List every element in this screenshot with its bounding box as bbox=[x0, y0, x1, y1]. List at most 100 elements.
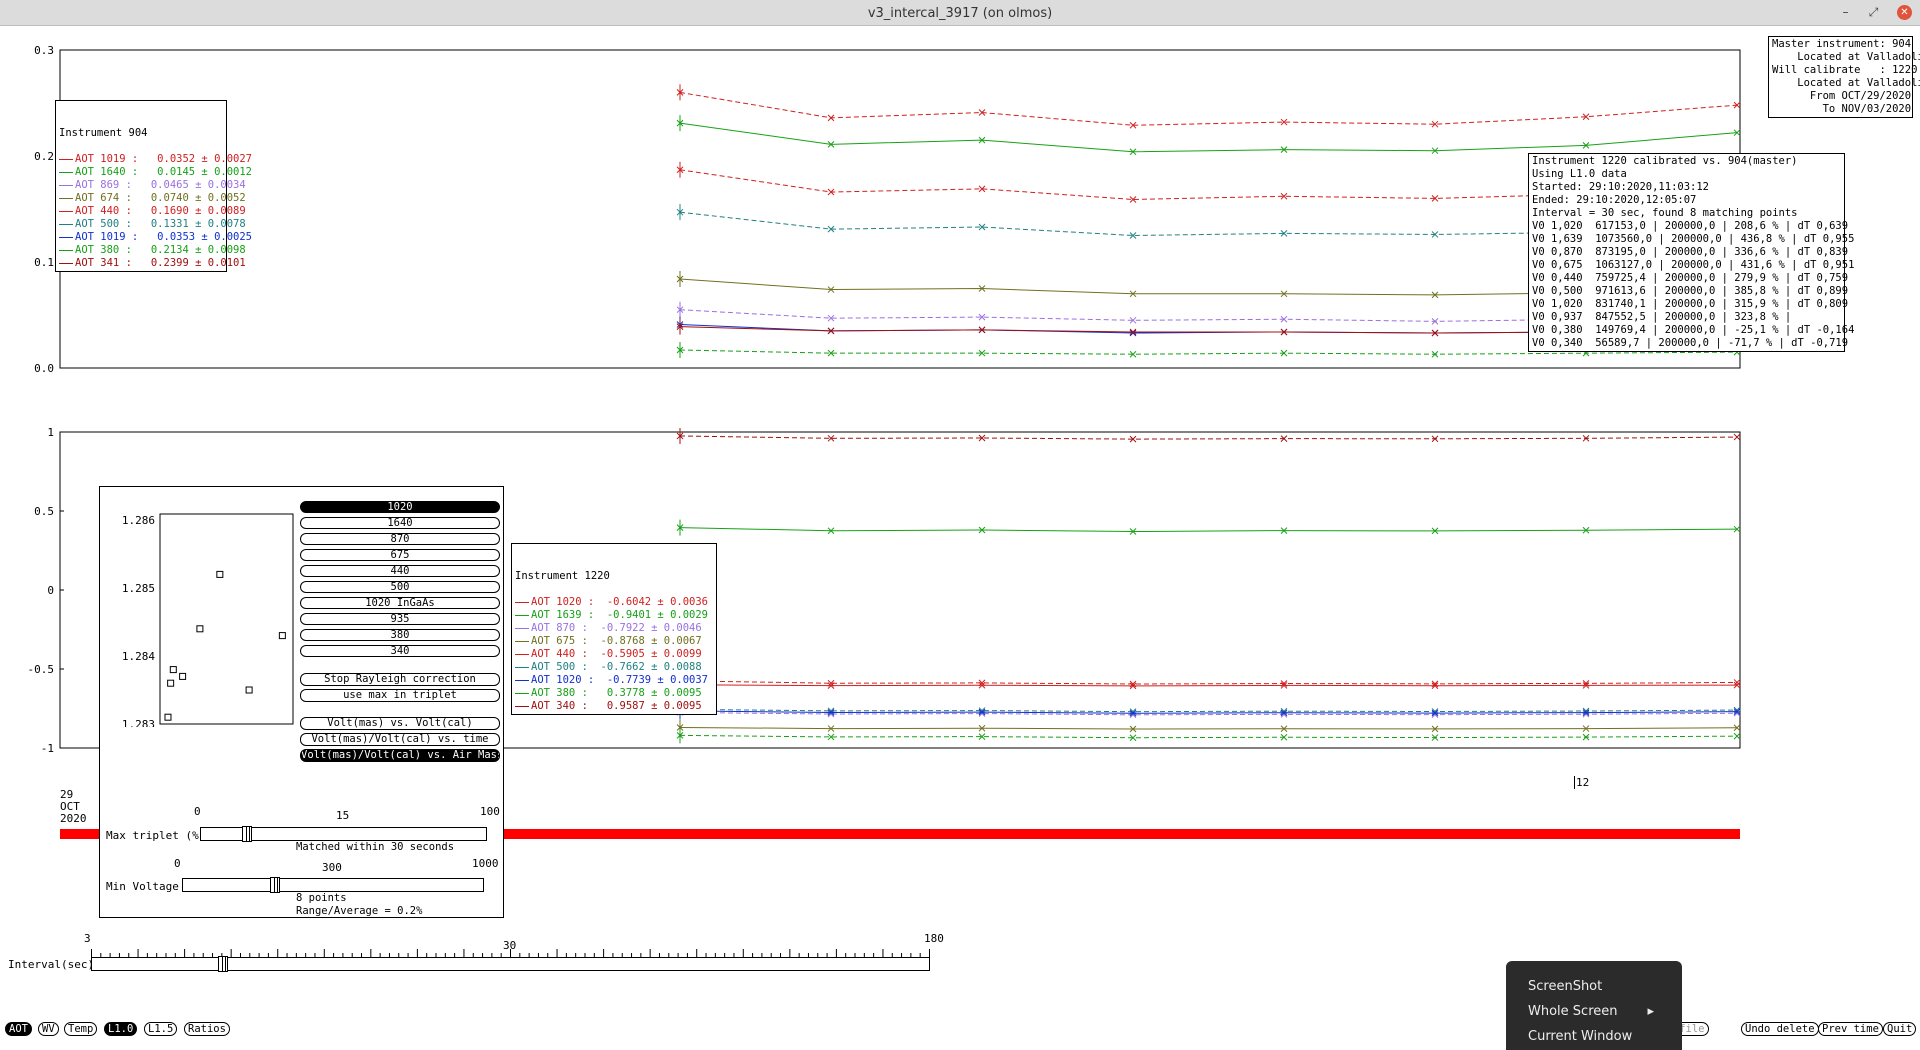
wavelength-button[interactable]: 1020 InGaAs bbox=[300, 597, 500, 609]
master-info-line: To NOV/03/2020 bbox=[1772, 103, 1912, 115]
calibration-info-line: V0 0,340 56589,7 | 200000,0 | -71,7 % | … bbox=[1532, 337, 1849, 349]
series-line bbox=[679, 527, 1738, 533]
wavelength-button[interactable]: 380 bbox=[300, 629, 500, 641]
minimize-icon[interactable]: – bbox=[1838, 5, 1853, 20]
menu-item-screenshot[interactable]: ScreenShot bbox=[1528, 979, 1602, 994]
legend-marker-icon bbox=[515, 615, 529, 616]
mode-tab[interactable]: L1.0 bbox=[104, 1022, 138, 1036]
mode-tab[interactable]: AOT bbox=[5, 1022, 32, 1036]
min-voltage-max: 1000 bbox=[472, 857, 499, 870]
legend-entry-text: AOT 380 : 0.3778 ± 0.0095 bbox=[531, 687, 702, 699]
legend-instrument-904: Instrument 904 AOT 1019 : 0.0352 ± 0.002… bbox=[55, 100, 252, 272]
mode-tab[interactable]: WV bbox=[38, 1022, 59, 1036]
window-title: v3_intercal_3917 (on olmos) bbox=[867, 6, 1053, 21]
max-triplet-slider-handle[interactable] bbox=[242, 826, 252, 842]
wavelength-button[interactable]: 935 bbox=[300, 613, 500, 625]
legend-1220-header: Instrument 1220 bbox=[515, 570, 610, 582]
legend-entry-text: AOT 500 : 0.1331 ± 0.0078 bbox=[75, 218, 246, 230]
wavelength-button[interactable]: 500 bbox=[300, 581, 500, 593]
calibration-info-line: V0 0,870 873195,0 | 200000,0 | 336,6 % |… bbox=[1532, 246, 1849, 258]
wavelength-button[interactable]: 440 bbox=[300, 565, 500, 577]
wavelength-button[interactable]: 675 bbox=[300, 549, 500, 561]
legend-904-header: Instrument 904 bbox=[59, 127, 148, 139]
legend-entry-text: AOT 1020 : -0.7739 ± 0.0037 bbox=[531, 674, 709, 686]
legend-entry-text: AOT 340 : 0.9587 ± 0.0095 bbox=[531, 700, 702, 712]
scatter-y-tick-label: 1.284 bbox=[122, 650, 155, 663]
series-line bbox=[679, 435, 1738, 440]
plot-mode-button[interactable]: Volt(mas)/Volt(cal) vs. Air Mass bbox=[300, 749, 500, 762]
master-info-line: Will calibrate : 1220 bbox=[1772, 64, 1918, 76]
wavelength-button[interactable]: 1020 bbox=[300, 501, 500, 513]
legend-entry-text: AOT 1640 : 0.0145 ± 0.0012 bbox=[75, 166, 253, 178]
y-tick-label: 0.0 bbox=[34, 362, 54, 375]
interval-slider-handle[interactable] bbox=[218, 956, 228, 972]
legend-entry: AOT 341 : 0.2399 ± 0.0101 bbox=[59, 257, 246, 270]
scatter-point bbox=[167, 679, 175, 687]
series-line bbox=[679, 122, 1738, 153]
master-info-line: Master instrument: 904 bbox=[1772, 38, 1912, 50]
scatter-point bbox=[169, 666, 177, 674]
legend-entry-text: AOT 341 : 0.2399 ± 0.0101 bbox=[75, 257, 246, 269]
legend-entry: AOT 440 : 0.1690 ± 0.0089 bbox=[59, 205, 246, 218]
y-tick-label: -0.5 bbox=[28, 663, 55, 676]
series-line bbox=[679, 734, 1738, 739]
data-point bbox=[1733, 433, 1741, 441]
calibration-info-line: V0 0,500 971613,6 | 200000,0 | 385,8 % |… bbox=[1532, 285, 1849, 297]
scatter-frame bbox=[159, 513, 294, 725]
scatter-point bbox=[278, 632, 286, 640]
max-triplet-slider[interactable] bbox=[200, 826, 487, 842]
legend-marker-icon bbox=[59, 263, 73, 264]
series-line bbox=[679, 680, 1738, 685]
master-info-box: Master instrument: 904 Located at Vallad… bbox=[1768, 36, 1920, 118]
series-line bbox=[679, 91, 1738, 126]
min-voltage-slider[interactable] bbox=[182, 877, 484, 893]
plot-mode-button[interactable]: Volt(mas) vs. Volt(cal) bbox=[300, 717, 500, 730]
undo-delete-button[interactable]: Undo delete bbox=[1741, 1022, 1819, 1036]
mode-tab[interactable]: Ratios bbox=[184, 1022, 230, 1036]
series-line bbox=[679, 684, 1738, 687]
max-triplet-min: 0 bbox=[194, 805, 201, 818]
legend-marker-icon bbox=[59, 211, 73, 212]
interval-slider[interactable] bbox=[91, 956, 930, 972]
legend-entry: AOT 1639 : -0.9401 ± 0.0029 bbox=[515, 609, 713, 622]
legend-entry: AOT 380 : 0.2134 ± 0.0098 bbox=[59, 244, 246, 257]
interval-min: 3 bbox=[84, 932, 91, 945]
hour-tick-label: 12 bbox=[1574, 776, 1590, 789]
submenu-arrow-icon: ▸ bbox=[1647, 1004, 1654, 1019]
y-tick-label: -1 bbox=[41, 742, 54, 755]
legend-entry: AOT 674 : 0.0740 ± 0.0052 bbox=[59, 192, 246, 205]
min-voltage-slider-handle[interactable] bbox=[270, 877, 280, 893]
interval-label: Interval(sec) bbox=[8, 958, 95, 971]
control-panel: 1.2861.2851.2841.2831.754 10201640870675… bbox=[99, 486, 504, 918]
scatter-point bbox=[196, 625, 204, 633]
legend-entry-text: AOT 869 : 0.0465 ± 0.0034 bbox=[75, 179, 246, 191]
legend-marker-icon bbox=[59, 198, 73, 199]
prev-time-button[interactable]: Prev time bbox=[1818, 1022, 1883, 1036]
screenshot-context-menu: ScreenShot Whole Screen ▸ Current Window bbox=[1506, 961, 1682, 1050]
plot-mode-button[interactable]: Volt(mas)/Volt(cal) vs. time bbox=[300, 733, 500, 746]
points-status: 8 points bbox=[296, 892, 347, 904]
menu-item-current-window[interactable]: Current Window bbox=[1528, 1029, 1632, 1044]
wavelength-button[interactable]: 870 bbox=[300, 533, 500, 545]
menu-item-whole-screen[interactable]: Whole Screen bbox=[1528, 1004, 1617, 1019]
y-tick-label: 0 bbox=[47, 584, 54, 597]
legend-marker-icon bbox=[515, 628, 529, 629]
mode-tab[interactable]: Temp bbox=[64, 1022, 98, 1036]
legend-marker-icon bbox=[515, 693, 529, 694]
mode-tab[interactable]: L1.5 bbox=[144, 1022, 178, 1036]
scatter-point bbox=[164, 713, 172, 721]
quit-button[interactable]: Quit bbox=[1883, 1022, 1917, 1036]
legend-entry-text: AOT 1019 : 0.0352 ± 0.0027 bbox=[75, 153, 253, 165]
wavelength-button[interactable]: 340 bbox=[300, 645, 500, 657]
legend-marker-icon bbox=[515, 680, 529, 681]
scatter-y-tick-label: 1.285 bbox=[122, 582, 155, 595]
legend-marker-icon bbox=[59, 224, 73, 225]
legend-entry: AOT 869 : 0.0465 ± 0.0034 bbox=[59, 179, 246, 192]
stop-rayleigh-button[interactable]: Stop Rayleigh correction bbox=[300, 673, 500, 686]
legend-entry-text: AOT 440 : 0.1690 ± 0.0089 bbox=[75, 205, 246, 217]
wavelength-button[interactable]: 1640 bbox=[300, 517, 500, 529]
window-titlebar: v3_intercal_3917 (on olmos) – ⤢ ✕ bbox=[0, 0, 1920, 26]
maximize-icon[interactable]: ⤢ bbox=[1866, 5, 1881, 20]
close-icon[interactable]: ✕ bbox=[1897, 5, 1912, 20]
use-max-triplet-button[interactable]: use max in triplet bbox=[300, 689, 500, 702]
